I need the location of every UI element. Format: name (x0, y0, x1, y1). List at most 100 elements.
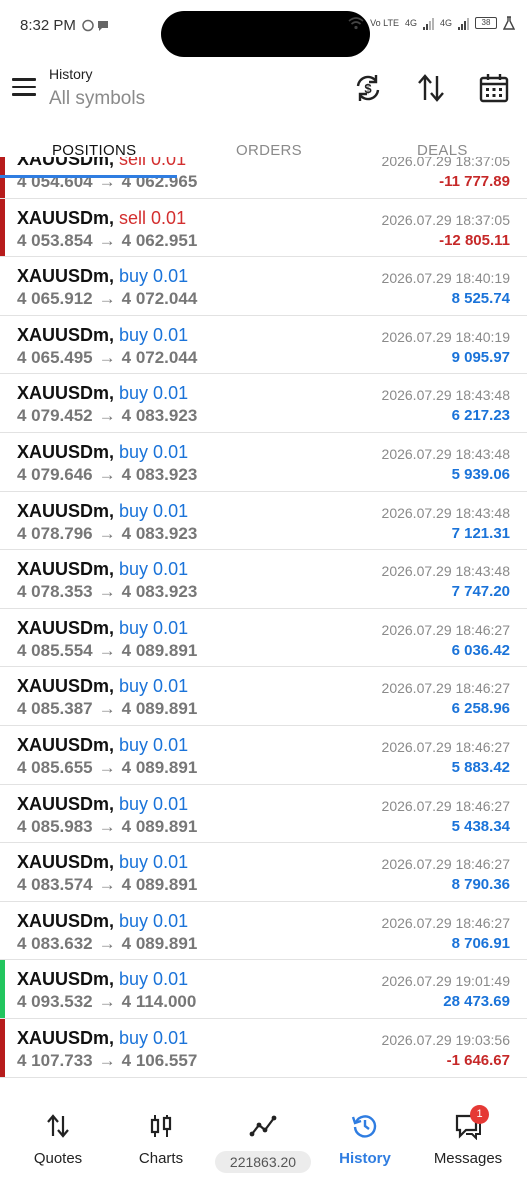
position-prices: 4 079.452 → 4 083.923 (17, 406, 197, 426)
position-side: buy 0.01 (119, 1028, 189, 1048)
active-tab-indicator (0, 175, 177, 178)
sort-icon[interactable] (415, 72, 447, 104)
symbol-name: XAUUSDm, (17, 735, 115, 755)
position-time: 2026.07.29 18:46:27 (381, 739, 510, 755)
open-price: 4 083.574 (17, 875, 93, 895)
symbol-filter[interactable]: All symbols (49, 88, 145, 110)
positions-list[interactable]: XAUUSDm, sell 0.01 4 054.604 → 4 062.965 202… (0, 157, 527, 1094)
result-indicator-bar (0, 198, 5, 257)
position-row[interactable]: XAUUSDm, buy 0.01 4 078.353 → 4 083.923 2026… (0, 550, 527, 609)
history-tabs: POSITIONS ORDERS DEALS (0, 128, 527, 178)
position-symbol: XAUUSDm, buy 0.01 (17, 794, 188, 815)
position-row[interactable]: XAUUSDm, buy 0.01 4 085.387 → 4 089.891 2026… (0, 667, 527, 726)
symbol-name: XAUUSDm, (17, 676, 115, 697)
position-side: buy 0.01 (119, 735, 189, 755)
symbol-name: XAUUSDm, (17, 442, 115, 462)
position-row[interactable]: XAUUSDm, buy 0.01 4 085.983 → 4 089.891 2026… (0, 784, 527, 844)
close-price: 4 062.951 (121, 230, 198, 250)
currency-exchange-icon[interactable]: $ (352, 72, 384, 104)
position-prices: 4 085.554 → 4 089.891 (17, 641, 197, 661)
position-time: 2026.07.29 18:46:27 (381, 856, 510, 873)
price-arrow-icon: → (98, 875, 116, 895)
position-time: 2026.07.29 18:46:27 (381, 797, 510, 814)
position-row[interactable]: XAUUSDm, buy 0.01 4 079.452 → 4 083.923 2026… (0, 374, 527, 433)
close-price: 4 089.891 (121, 640, 198, 660)
nav-label-history: History (339, 1150, 391, 1167)
status-time: 8:32 PM (20, 17, 76, 34)
position-row[interactable]: XAUUSDm, buy 0.01 4 083.574 → 4 089.891 2026… (0, 843, 527, 902)
position-row[interactable]: XAUUSDm, buy 0.01 4 093.532 → 4 114.000 2026… (0, 960, 527, 1019)
position-row[interactable]: XAUUSDm, buy 0.01 4 065.912 → 4 072.044 2026… (0, 257, 527, 316)
signal-icon-1 (422, 16, 434, 30)
position-side: buy 0.01 (119, 969, 189, 990)
position-profit: 6 258.96 (451, 700, 510, 718)
position-side: buy 0.01 (119, 559, 189, 580)
symbol-name: XAUUSDm, (17, 969, 115, 990)
position-time: 2026.07.29 18:40:19 (381, 270, 510, 287)
position-symbol: XAUUSDm, buy 0.01 (17, 1028, 188, 1049)
position-row[interactable]: XAUUSDm, buy 0.01 4 085.554 → 4 089.891 2026… (0, 608, 527, 668)
symbol-name: XAUUSDm, (17, 207, 115, 228)
app-header: History All symbols $ (0, 58, 527, 122)
result-indicator-bar (0, 960, 5, 1018)
symbol-name: XAUUSDm, (17, 617, 115, 638)
close-price: 4 114.000 (121, 992, 197, 1012)
nav-trade[interactable] (213, 1112, 313, 1140)
price-arrow-icon: → (98, 992, 116, 1012)
open-price: 4 093.532 (17, 992, 93, 1012)
position-prices: 4 107.733 → 4 106.557 (17, 1051, 197, 1071)
open-price: 4 085.387 (17, 699, 93, 719)
position-time: 2026.07.29 18:46:27 (381, 621, 510, 638)
price-arrow-icon: → (98, 699, 116, 719)
position-profit: -12 805.11 (439, 231, 510, 249)
position-side: buy 0.01 (119, 676, 189, 697)
position-row[interactable]: XAUUSDm, buy 0.01 4 065.495 → 4 072.044 2026… (0, 315, 527, 375)
status-bar: 8:32 PM Vo LTE 4G 4G 38 (0, 0, 527, 57)
symbol-name: XAUUSDm, (17, 852, 115, 873)
position-symbol: XAUUSDm, buy 0.01 (17, 852, 188, 873)
position-symbol: XAUUSDm, buy 0.01 (17, 735, 188, 756)
tab-positions[interactable]: POSITIONS (52, 142, 136, 159)
calendar-icon[interactable] (478, 72, 510, 104)
nav-history[interactable]: History (315, 1112, 415, 1167)
price-arrow-icon: → (98, 406, 116, 426)
position-prices: 4 085.387 → 4 089.891 (17, 699, 197, 719)
price-arrow-icon: → (98, 582, 116, 602)
position-side: buy 0.01 (119, 617, 189, 638)
close-price: 4 072.044 (121, 347, 198, 367)
battery-icon: 38 (475, 17, 497, 29)
tab-orders[interactable]: ORDERS (236, 142, 302, 159)
position-side: buy 0.01 (119, 324, 189, 345)
close-price: 4 083.923 (121, 406, 198, 426)
position-symbol: XAUUSDm, buy 0.01 (17, 618, 188, 639)
tab-deals[interactable]: DEALS (417, 142, 468, 159)
price-arrow-icon: → (98, 1051, 116, 1070)
nav-charts[interactable]: Charts (111, 1112, 211, 1167)
hamburger-menu-icon[interactable] (12, 78, 36, 96)
flask-icon (503, 16, 515, 30)
position-row[interactable]: XAUUSDm, buy 0.01 4 083.632 → 4 089.891 2026… (0, 901, 527, 961)
position-row[interactable]: XAUUSDm, buy 0.01 4 107.733 → 4 106.557 2026… (0, 1019, 527, 1078)
position-row[interactable]: XAUUSDm, buy 0.01 4 079.646 → 4 083.923 2026… (0, 433, 527, 492)
close-price: 4 106.557 (121, 1051, 198, 1070)
position-time: 2026.07.29 19:01:49 (381, 973, 510, 990)
nav-messages[interactable]: Messages (418, 1112, 518, 1167)
open-price: 4 107.733 (17, 1051, 93, 1070)
open-price: 4 078.353 (17, 582, 93, 602)
close-price: 4 072.044 (121, 289, 198, 309)
position-symbol: XAUUSDm, buy 0.01 (17, 442, 188, 463)
close-price: 4 089.891 (121, 699, 198, 719)
position-prices: 4 065.912 → 4 072.044 (17, 289, 197, 309)
position-profit: 5 438.34 (451, 817, 510, 835)
position-prices: 4 083.574 → 4 089.891 (17, 875, 197, 895)
charts-icon (150, 1115, 172, 1137)
network-4g-label-2: 4G (439, 18, 452, 28)
messages-badge: 1 (470, 1105, 489, 1124)
position-row[interactable]: XAUUSDm, buy 0.01 4 078.796 → 4 083.923 2026… (0, 491, 527, 551)
position-row[interactable]: XAUUSDm, sell 0.01 4 053.854 → 4 062.951 202… (0, 198, 527, 258)
position-profit: 8 706.91 (451, 934, 510, 952)
nav-quotes[interactable]: Quotes (8, 1112, 108, 1167)
symbol-name: XAUUSDm, (17, 324, 115, 345)
position-time: 2026.07.29 18:40:19 (381, 328, 510, 345)
position-row[interactable]: XAUUSDm, buy 0.01 4 085.655 → 4 089.891 2026… (0, 726, 527, 785)
